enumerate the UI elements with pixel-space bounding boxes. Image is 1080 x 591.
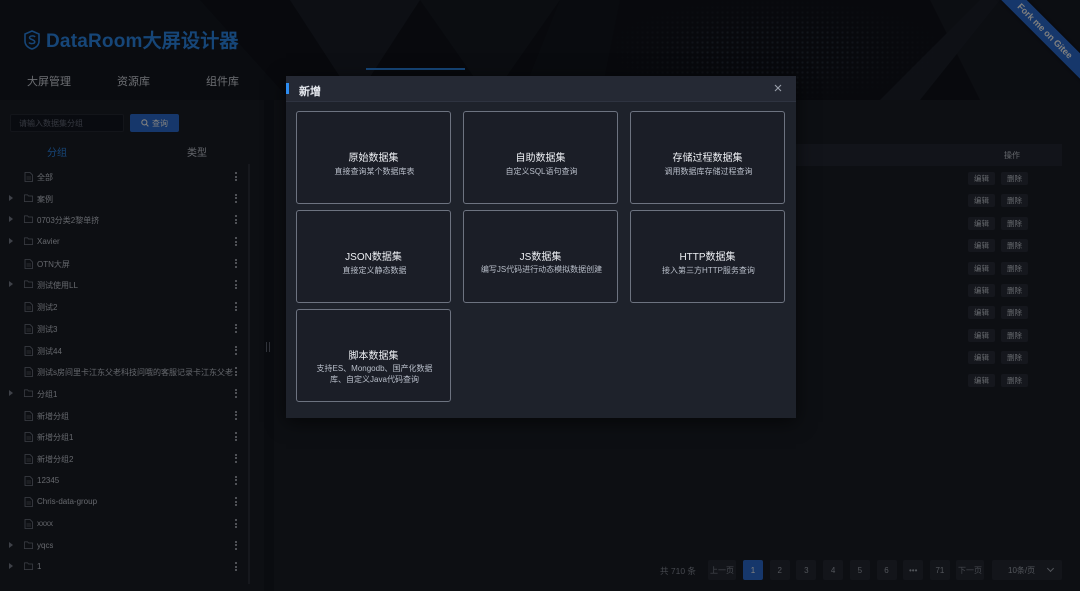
card-description: 直接定义静态数据	[342, 266, 407, 275]
card-stored-procedure-dataset[interactable]: 存储过程数据集调用数据库存储过程查询	[630, 111, 785, 204]
close-icon[interactable]	[772, 82, 784, 94]
dialog-title-accent	[286, 83, 289, 94]
dialog-header: 新增	[286, 76, 796, 102]
card-script-dataset[interactable]: 脚本数据集支持ES、Mongodb、国产化数据库、自定义Java代码查询	[296, 309, 451, 402]
card-description: 编写JS代码进行动态模拟数据创建	[480, 265, 603, 274]
card-title: 自助数据集	[515, 153, 566, 164]
card-title: HTTP数据集	[679, 252, 736, 263]
card-js-dataset[interactable]: JS数据集编写JS代码进行动态模拟数据创建	[463, 210, 618, 303]
card-title: 原始数据集	[348, 153, 399, 164]
card-description: 支持ES、Mongodb、国产化数据库、自定义Java代码查询	[316, 364, 433, 384]
card-raw-dataset[interactable]: 原始数据集直接查询某个数据库表	[296, 111, 451, 204]
card-title: JSON数据集	[345, 252, 402, 263]
card-description: 直接查询某个数据库表	[334, 167, 415, 176]
card-description: 接入第三方HTTP服务查询	[662, 266, 755, 275]
card-title: 脚本数据集	[348, 351, 399, 362]
card-description: 自定义SQL语句查询	[505, 167, 578, 176]
card-http-dataset[interactable]: HTTP数据集接入第三方HTTP服务查询	[630, 210, 785, 303]
add-dataset-dialog: 新增 原始数据集 直接查询某个数据库表 自助数据集 自定义SQL语句查询 存储过程数据集…	[286, 76, 796, 418]
card-description: 调用数据库存储过程查询	[664, 167, 753, 176]
card-custom-sql-dataset[interactable]: 自助数据集自定义SQL语句查询	[463, 111, 618, 204]
card-json-dataset[interactable]: JSON数据集 直接定义静态数据	[296, 210, 451, 303]
dialog-title: 新增	[299, 86, 321, 98]
card-title: JS数据集	[519, 252, 562, 263]
card-title: 存储过程数据集	[672, 153, 743, 164]
